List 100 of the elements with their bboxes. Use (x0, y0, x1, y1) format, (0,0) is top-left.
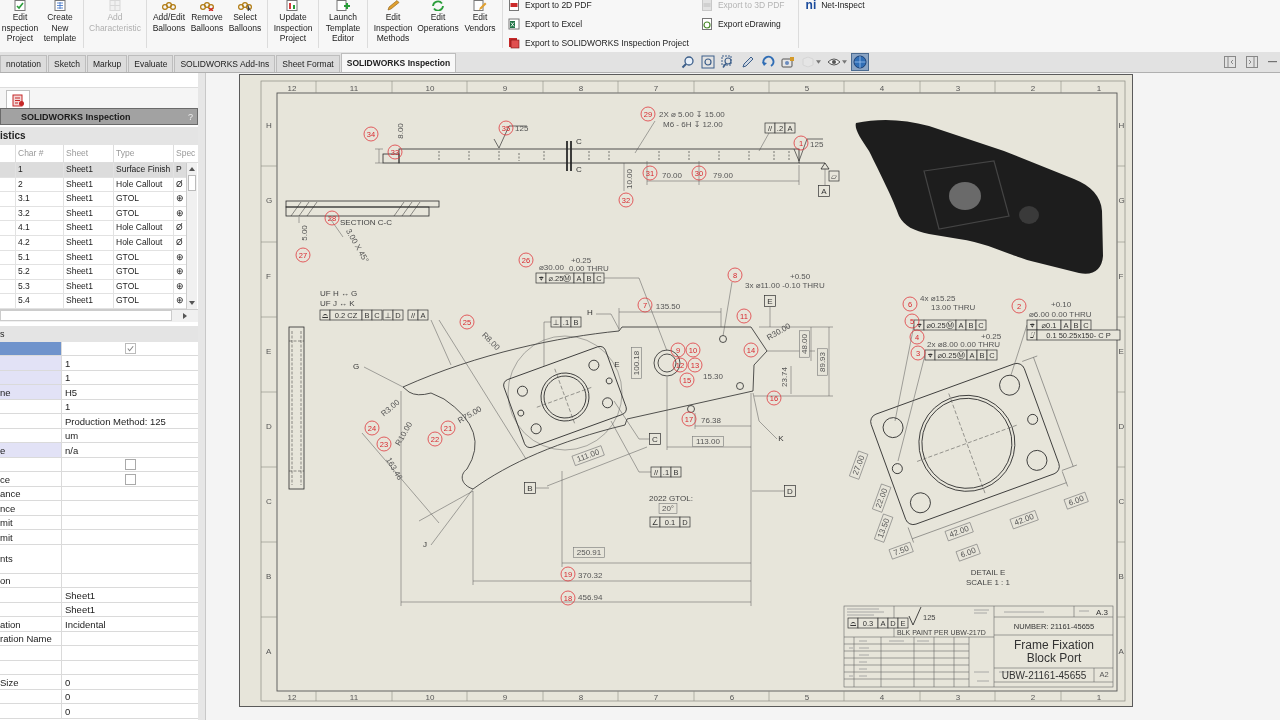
table-row[interactable]: 4.1 Sheet1 Hole Callout Ø (0, 221, 186, 236)
ribbon-button[interactable]: Create New template (41, 0, 79, 44)
extension-line (623, 162, 625, 192)
property-value[interactable]: 0 (65, 676, 71, 688)
property-label[interactable]: nts (0, 544, 62, 573)
property-value[interactable]: Sheet1 (65, 604, 96, 616)
export-button[interactable]: Export to 2D PDF (506, 0, 691, 14)
table-row[interactable]: 3.1 Sheet1 GTOL ⊕ (0, 192, 186, 207)
zone-label: 3 (955, 83, 961, 93)
property-label[interactable]: Size (0, 675, 62, 689)
property-row[interactable]: Sheet1 (0, 588, 198, 603)
ribbon-button[interactable]: Launch Template Editor (323, 0, 363, 44)
property-value[interactable]: n/a (65, 444, 79, 456)
arrow-right-icon[interactable] (182, 311, 188, 320)
property-label[interactable]: ance (0, 486, 62, 501)
dimension-text: 370.32 (578, 571, 603, 580)
arrow-down-icon[interactable] (188, 299, 196, 306)
scrollbar[interactable] (186, 163, 197, 309)
property-value[interactable]: 1 (65, 357, 71, 369)
ribbon-button[interactable]: Edit nspection Project (1, 0, 39, 44)
property-row[interactable] (0, 660, 198, 676)
property-value[interactable]: 0 (65, 705, 71, 717)
property-label[interactable]: on (0, 573, 62, 588)
export-button[interactable]: Export to SOLIDWORKS Inspection Project (506, 33, 691, 52)
zone-label: 12 (287, 692, 297, 702)
panel-tab[interactable] (6, 90, 30, 108)
property-row[interactable]: 0 (0, 689, 198, 705)
table-cell: 3.1 (15, 192, 63, 206)
property-value[interactable]: Sheet1 (65, 589, 96, 601)
property-label[interactable]: mit (0, 515, 62, 530)
extension-line (618, 307, 620, 332)
property-label[interactable]: mit (0, 530, 62, 544)
scrollbar-thumb[interactable] (0, 310, 172, 322)
pencil-icon (741, 55, 756, 69)
ribbon-button[interactable]: Select Balloons (227, 0, 263, 33)
ribbon-tab[interactable]: Evaluate (128, 55, 174, 72)
ribbon-tab[interactable]: Sheet Format (276, 55, 340, 72)
property-value[interactable]: um (65, 430, 79, 442)
leader-label: J (423, 540, 427, 549)
table-row[interactable]: 4.2 Sheet1 Hole Callout Ø (0, 235, 186, 251)
panel-right-icon[interactable] (1246, 56, 1258, 68)
property-label[interactable]: e (0, 443, 62, 457)
ribbon-button[interactable]: Update Inspection Project (272, 0, 314, 44)
property-value[interactable]: 1 (65, 401, 71, 413)
ribbon-button[interactable]: Edit Vendors (462, 0, 498, 33)
property-label[interactable]: ration Name (0, 631, 62, 646)
minimize-icon[interactable] (1268, 61, 1277, 63)
property-label[interactable]: nce (0, 501, 62, 515)
property-row[interactable]: Sheet1 (0, 602, 198, 618)
table-row[interactable]: 5.3 Sheet1 GTOL ⊕ (0, 279, 186, 295)
scrollbar-thumb[interactable] (188, 175, 196, 191)
ribbon-button[interactable]: Edit Operations (416, 0, 460, 33)
property-row[interactable] (0, 646, 198, 661)
property-value[interactable]: H5 (65, 386, 78, 398)
table-row[interactable]: 1 Sheet1 Surface Finish P (0, 163, 186, 178)
property-label[interactable]: ne (0, 385, 62, 399)
property-value[interactable]: 1 (65, 372, 71, 384)
arrow-up-icon[interactable] (188, 166, 196, 172)
export-button[interactable]: Export eDrawing (698, 14, 787, 33)
zone-label: B (266, 572, 272, 581)
ribbon-button[interactable]: Edit Inspection Methods (372, 0, 414, 44)
property-value[interactable]: 0 (65, 691, 71, 703)
checkbox[interactable] (125, 459, 136, 471)
table-row[interactable]: 5.1 Sheet1 GTOL ⊕ (0, 250, 186, 266)
ribbon-tab[interactable]: SOLIDWORKS Add-Ins (174, 55, 276, 72)
zone-label: H (266, 121, 272, 130)
panel-left-icon[interactable] (1224, 56, 1236, 68)
checkbox[interactable] (125, 343, 136, 355)
ribbon-button[interactable]: Remove Balloons (189, 0, 225, 33)
table-row[interactable]: 2 Sheet1 Hole Callout Ø (0, 177, 186, 193)
zone-label: 12 (287, 83, 297, 93)
document-icon (700, 0, 713, 11)
property-value[interactable]: Incidental (65, 618, 106, 630)
property-label[interactable]: ce (0, 472, 62, 486)
leader-line (610, 420, 652, 473)
property-row[interactable]: 1 (0, 399, 198, 415)
checkbox[interactable] (125, 473, 136, 485)
ribbon-tab[interactable]: nnotation (0, 55, 47, 72)
property-row[interactable]: Production Method: 125 (0, 414, 198, 429)
table-row[interactable]: 5.2 Sheet1 GTOL ⊕ (0, 265, 186, 280)
ribbon-tab[interactable]: Sketch (48, 55, 86, 72)
ribbon-button[interactable]: Add/Edit Balloons (151, 0, 187, 33)
table-row[interactable]: 5.4 Sheet1 GTOL ⊕ (0, 294, 186, 309)
property-row[interactable] (0, 457, 198, 473)
property-row[interactable]: 0 (0, 704, 198, 719)
ribbon-tab[interactable]: SOLIDWORKS Inspection (340, 53, 457, 72)
table-row[interactable]: 3.2 Sheet1 GTOL ⊕ (0, 206, 186, 222)
zone-label: 8 (578, 692, 584, 702)
dimension-text: +0.10 (1051, 300, 1072, 309)
balloons-select-icon (237, 0, 253, 11)
export-button[interactable]: Export to Excel (506, 14, 691, 33)
property-label[interactable]: ation (0, 617, 62, 631)
dimension-text: +0.25 (981, 332, 1002, 341)
view-tool-button[interactable] (699, 53, 718, 71)
ribbon-tab[interactable]: Markup (87, 55, 128, 72)
view-tool-button[interactable] (851, 53, 870, 71)
property-value[interactable]: Production Method: 125 (65, 415, 166, 427)
basic-dimension: 22.00 (872, 483, 892, 513)
table-cell: Sheet1 (63, 294, 113, 308)
net-inspect-button[interactable]: Net-Inspect (821, 0, 865, 10)
